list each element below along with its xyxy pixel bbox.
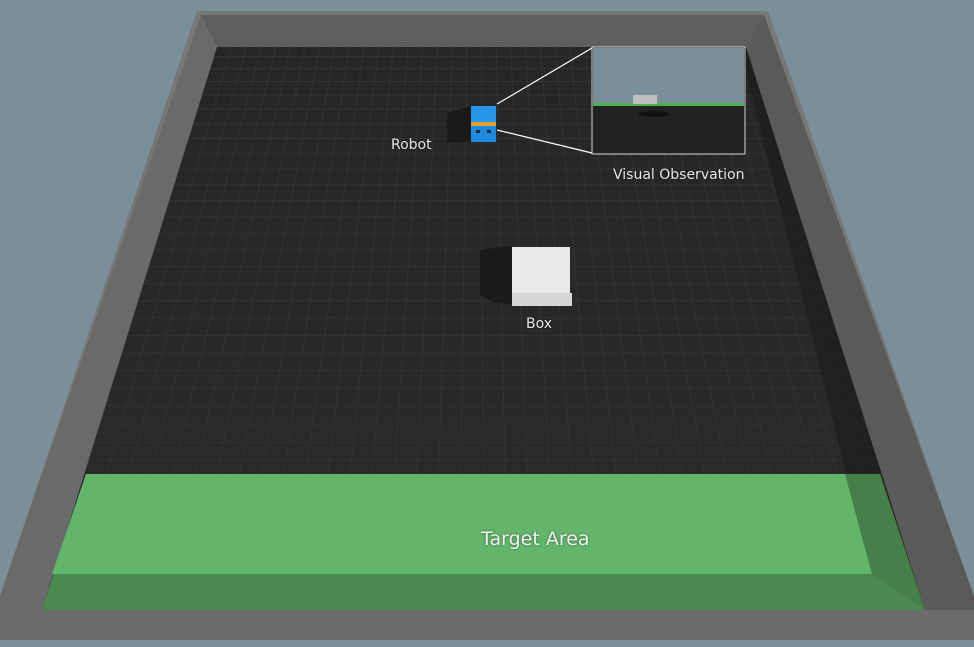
target-area bbox=[52, 474, 872, 574]
visual-observation-panel bbox=[591, 46, 746, 155]
target-area-label: Target Area bbox=[481, 528, 590, 550]
observation-shadow bbox=[638, 111, 670, 117]
robot bbox=[471, 106, 496, 142]
box-front-face bbox=[512, 293, 572, 306]
arena-wall-back bbox=[201, 15, 764, 47]
visual-observation-label: Visual Observation bbox=[613, 167, 745, 183]
observation-box bbox=[633, 95, 657, 104]
robot-band bbox=[471, 122, 496, 126]
box bbox=[512, 247, 572, 306]
observation-sky bbox=[593, 48, 744, 105]
robot-eye-right bbox=[487, 130, 491, 133]
observation-far-wall bbox=[593, 103, 744, 106]
robot-label: Robot bbox=[391, 137, 432, 153]
arena-wall-front bbox=[0, 610, 974, 640]
box-shadow bbox=[480, 246, 512, 305]
robot-top bbox=[471, 106, 496, 123]
box-label: Box bbox=[526, 316, 553, 332]
box-top-face bbox=[512, 247, 570, 293]
robot-eye-left bbox=[476, 130, 480, 133]
